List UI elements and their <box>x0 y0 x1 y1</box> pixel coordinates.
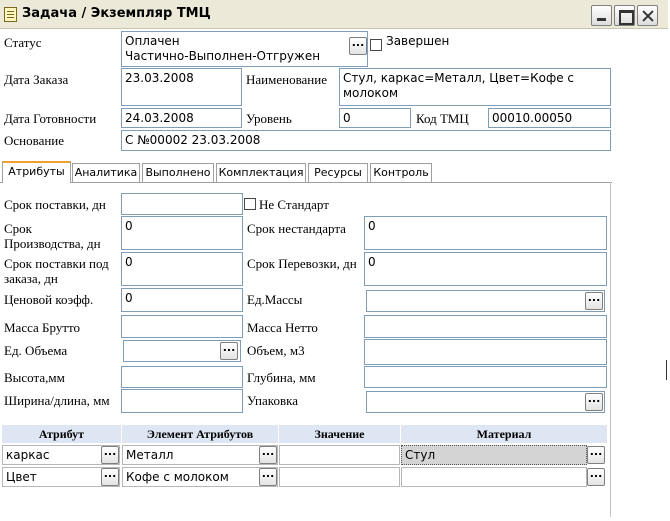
width-label: Ширина/длина, мм <box>4 393 110 408</box>
level-field[interactable]: 0 <box>339 108 411 128</box>
code-label: Код ТМЦ <box>416 111 469 126</box>
table-row-2-element[interactable]: Кофе с молоком <box>122 467 278 487</box>
row-1-material-ellipsis-button[interactable]: ... <box>587 446 605 464</box>
volume-label: Объем, м3 <box>247 343 305 358</box>
depth-label: Глубина, мм <box>247 370 316 385</box>
transport-term-label: Срок Перевозки, дн <box>247 256 357 271</box>
volume-unit-ellipsis-button[interactable]: ... <box>220 342 238 360</box>
package-ellipsis-button[interactable]: ... <box>585 393 603 411</box>
delivery-term-label: Срок поставки, дн <box>4 197 106 212</box>
close-icon[interactable] <box>637 5 658 26</box>
price-coef-field[interactable]: 0 <box>121 288 243 312</box>
ready-date-label: Дата Готовности <box>4 111 97 126</box>
row-1-element-ellipsis-button[interactable]: ... <box>259 446 277 464</box>
table-row-1-element[interactable]: Металл <box>122 445 278 465</box>
window-title: Задача / Экземпляр ТМЦ <box>22 6 211 21</box>
order-date-label: Дата Заказа <box>4 72 69 87</box>
basis-field[interactable]: С №00002 23.03.2008 <box>121 130 611 151</box>
depth-field[interactable] <box>364 366 607 388</box>
minimize-icon[interactable] <box>591 5 612 26</box>
tab-divider <box>0 182 612 183</box>
level-label: Уровень <box>246 111 292 126</box>
completed-checkbox[interactable] <box>370 39 382 51</box>
mass-unit-field[interactable] <box>366 290 605 312</box>
delivery-order-field[interactable]: 0 <box>121 252 243 286</box>
height-field[interactable] <box>121 366 243 388</box>
table-row-2-value[interactable] <box>279 467 400 487</box>
gross-label: Масса Брутто <box>4 320 81 335</box>
basis-label: Основание <box>4 133 65 148</box>
non-standard-checkbox[interactable] <box>244 198 256 210</box>
row-2-element-ellipsis-button[interactable]: ... <box>259 468 277 486</box>
maximize-icon[interactable] <box>614 5 635 26</box>
name-field[interactable]: Стул, каркас=Металл, Цвет=Кофе с молоком <box>339 68 611 106</box>
tab-attributes[interactable]: Атрибуты <box>2 161 71 183</box>
mass-unit-ellipsis-button[interactable]: ... <box>585 292 603 310</box>
document-icon <box>4 7 17 22</box>
width-field[interactable] <box>121 389 243 413</box>
transport-term-field[interactable]: 0 <box>364 252 607 286</box>
net-label: Масса Нетто <box>247 320 318 335</box>
delivery-term-field[interactable] <box>121 193 243 215</box>
grid-header-material[interactable]: Материал <box>401 425 607 443</box>
delivery-order-label-line1: Срок поставки под <box>4 256 109 271</box>
tab-completed[interactable]: Выполнено <box>142 163 214 182</box>
package-field[interactable] <box>366 391 605 413</box>
completed-label: Завершен <box>386 34 450 48</box>
volume-field[interactable] <box>364 339 607 365</box>
grid-header-element[interactable]: Элемент Атрибутов <box>122 425 278 443</box>
tab-assembly[interactable]: Комплектация <box>216 163 306 182</box>
price-coef-label: Ценовой коэфф. <box>4 292 94 307</box>
tab-resources[interactable]: Ресурсы <box>308 163 368 182</box>
title-bar: Задача / Экземпляр ТМЦ <box>0 0 668 29</box>
production-term-label: Срок Производства, дн <box>4 221 101 251</box>
gross-field[interactable] <box>121 315 243 338</box>
status-label: Статус <box>4 35 42 50</box>
non-standard-term-label: Срок нестандарта <box>247 221 346 236</box>
row-2-attribute-ellipsis-button[interactable]: ... <box>101 468 119 486</box>
tab-analytics[interactable]: Аналитика <box>72 163 140 182</box>
ready-date-field[interactable]: 24.03.2008 <box>121 108 242 128</box>
code-field[interactable]: 00010.00050 <box>488 108 611 128</box>
grid-header-attribute[interactable]: Атрибут <box>2 425 121 443</box>
production-term-label-line2: Производства, дн <box>4 236 101 251</box>
status-ellipsis-button[interactable]: ... <box>349 37 367 55</box>
order-date-field[interactable]: 23.03.2008 <box>121 68 242 106</box>
name-label: Наименование <box>246 72 327 87</box>
delivery-order-label: Срок поставки под заказа, дн <box>4 256 109 286</box>
status-line-2: Частично-Выполнен-Отгружен <box>125 49 321 63</box>
table-row-1-value[interactable] <box>279 445 400 465</box>
non-standard-label: Не Стандарт <box>259 197 329 212</box>
mass-unit-label: Ед.Массы <box>247 292 303 307</box>
non-standard-term-field[interactable]: 0 <box>364 216 607 250</box>
status-field[interactable]: Оплачен Частично-Выполнен-Отгружен <box>121 31 368 67</box>
tab-control[interactable]: Контроль <box>370 163 432 182</box>
panel-border <box>610 182 611 517</box>
window-edge <box>666 360 670 380</box>
status-line-1: Оплачен <box>125 34 180 48</box>
row-1-attribute-ellipsis-button[interactable]: ... <box>101 446 119 464</box>
grid-header-value[interactable]: Значение <box>279 425 400 443</box>
row-2-material-ellipsis-button[interactable]: ... <box>587 468 605 486</box>
net-field[interactable] <box>364 315 607 338</box>
production-term-label-line1: Срок <box>4 221 32 236</box>
table-row-1-material[interactable]: Стул <box>401 445 587 465</box>
production-term-field[interactable]: 0 <box>121 216 243 250</box>
delivery-order-label-line2: заказа, дн <box>4 271 58 286</box>
height-label: Высота,мм <box>4 370 65 385</box>
table-row-2-material[interactable] <box>401 467 587 487</box>
volume-unit-label: Ед. Объема <box>4 343 68 358</box>
package-label: Упаковка <box>247 393 298 408</box>
